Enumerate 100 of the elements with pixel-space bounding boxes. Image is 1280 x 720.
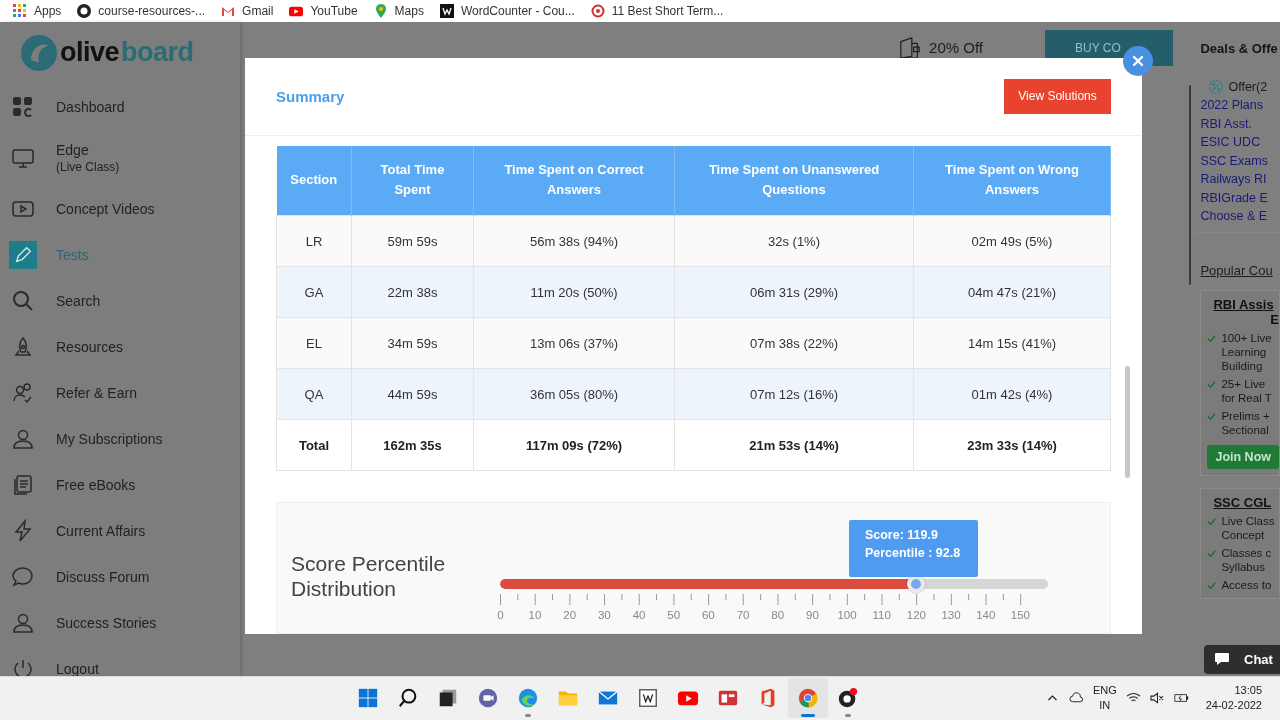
bookmark-link[interactable]: course-resources-... (77, 3, 206, 18)
tick-label: 50 (666, 609, 682, 622)
bookmark-link[interactable]: 11 Best Short Term... (590, 3, 724, 18)
column-header: Time Spent on Correct Answers (473, 145, 675, 216)
feature-text: 100+ Live Learning Building (1221, 330, 1273, 373)
tick-label: 80 (770, 609, 786, 622)
table-cell: EL (276, 317, 352, 369)
table-cell: 162m 35s (351, 419, 474, 471)
bookmark-link[interactable]: Maps (373, 3, 424, 18)
check-icon (1207, 580, 1217, 590)
table-cell: 11m 20s (50%) (473, 266, 675, 318)
nav-item[interactable]: Search (0, 277, 240, 324)
table-cell: Total (276, 419, 352, 471)
table-cell: 22m 38s (351, 266, 474, 318)
feature-text: 25+ Live for Real T (1221, 376, 1273, 405)
pencil-icon (9, 240, 37, 269)
nav-item[interactable]: Edge (Live Class) (0, 129, 240, 186)
running-indicator (801, 714, 815, 718)
table-cell: QA (276, 368, 352, 420)
people-icon (11, 380, 35, 405)
check-icon (1207, 411, 1217, 421)
nav-item[interactable]: Concept Videos (0, 185, 240, 232)
course-title: E (1269, 311, 1279, 327)
bookmark-link[interactable]: YouTube (289, 3, 358, 18)
join-now-button[interactable]: Join Now (1207, 444, 1279, 469)
offer-link[interactable]: RBI Asst. (1200, 114, 1252, 134)
table-cell: 23m 33s (14%) (913, 419, 1111, 471)
battery-icon[interactable] (1173, 692, 1189, 705)
search-icon (397, 687, 419, 710)
tooltip-text: Percentile : 92.8 (864, 546, 962, 561)
tick-label: 30 (596, 609, 612, 622)
running-indicator (845, 714, 851, 718)
w-tile-icon (637, 687, 659, 710)
nav-item[interactable]: Free eBooks (0, 461, 240, 508)
logo-icon (20, 33, 58, 72)
bookmark-link[interactable]: WordCounter - Cou... (439, 3, 575, 18)
table-cell: 07m 38s (22%) (674, 317, 914, 369)
table-cell: 04m 47s (21%) (913, 266, 1111, 318)
logo-text: board (121, 37, 194, 69)
table-cell: 21m 53s (14%) (674, 419, 914, 471)
nav-item[interactable]: Resources (0, 323, 240, 370)
tooltip-text: Score: 119.9 (864, 528, 939, 543)
circle-icon (797, 687, 819, 710)
check-icon (1207, 333, 1217, 343)
view-solutions-button[interactable]: View Solutions (1004, 78, 1111, 114)
table-cell: 06m 31s (29%) (674, 266, 914, 318)
table-cell: 14m 15s (41%) (913, 317, 1111, 369)
offer-link[interactable]: ESIC UDC (1200, 133, 1261, 152)
scrollbar[interactable] (1189, 84, 1192, 285)
tick-label: 100 (836, 609, 858, 622)
column-header: Time Spent on Wrong Answers (913, 145, 1111, 216)
chat-button[interactable]: Chat (1204, 644, 1280, 674)
table-cell: 117m 09s (72%) (473, 419, 675, 471)
tick-label: 140 (975, 609, 997, 622)
table-cell: 36m 05s (80%) (473, 368, 675, 420)
feature-text: Live Class Concept (1221, 513, 1276, 542)
speech-bubble-icon (11, 564, 35, 589)
tick-label: 120 (905, 609, 927, 622)
table-cell: GA (276, 266, 352, 318)
apps-grid-icon (13, 3, 27, 18)
feature-text: Access to (1221, 577, 1273, 592)
scrollbar[interactable] (1125, 365, 1130, 478)
nav-item[interactable]: Discuss Forum (0, 553, 240, 600)
nav-item[interactable]: Dashboard (0, 83, 240, 130)
percent-badge-icon (1208, 78, 1225, 95)
nav-item[interactable]: Current Affairs (0, 507, 240, 554)
nav-item[interactable]: My Subscriptions (0, 415, 240, 462)
tick-label: 130 (940, 609, 962, 622)
wave-icon (517, 687, 539, 710)
book-icon (11, 472, 35, 497)
language-indicator[interactable]: ENG IN (1092, 683, 1117, 714)
tick-label: 150 (1009, 609, 1031, 622)
offer-link[interactable]: Railways RI (1200, 170, 1267, 189)
wallet-icon (899, 35, 922, 60)
check-icon (1207, 379, 1217, 389)
tick-label: 10 (527, 609, 543, 622)
offer-link[interactable]: 2022 Plans (1200, 96, 1263, 115)
offer-link[interactable]: Choose & E (1200, 207, 1268, 226)
nav-item[interactable]: Refer & Earn (0, 369, 240, 416)
table-cell: 32s (1%) (674, 215, 914, 267)
card-title: Score Percentile Distribution (291, 551, 447, 603)
table-cell: 56m 38s (94%) (473, 215, 675, 267)
offer-link[interactable]: RBIGrade E (1200, 188, 1268, 208)
clock[interactable]: 13:05 24-02-2022 (1205, 683, 1262, 714)
table-cell: 07m 12s (16%) (674, 368, 914, 420)
nav-item[interactable]: Success Stories (0, 599, 240, 646)
nav-item[interactable]: Logout (0, 645, 240, 676)
column-header: Section (276, 145, 352, 216)
section-link[interactable]: Popular Cou (1200, 262, 1280, 278)
record-icon (837, 687, 859, 710)
offer-text: 20% Off (929, 39, 983, 57)
offer-link[interactable]: SSC Exams (1200, 151, 1268, 171)
table-cell: 02m 49s (5%) (913, 215, 1111, 267)
tick-label: 110 (871, 609, 892, 622)
search-icon (11, 288, 35, 313)
bookmark-link[interactable]: Gmail (221, 3, 274, 18)
bookmark-link[interactable]: Apps (13, 3, 62, 18)
cloud-icon[interactable] (1068, 692, 1084, 705)
speaker-muted-icon[interactable] (1149, 692, 1165, 705)
grid-icon (11, 94, 35, 119)
